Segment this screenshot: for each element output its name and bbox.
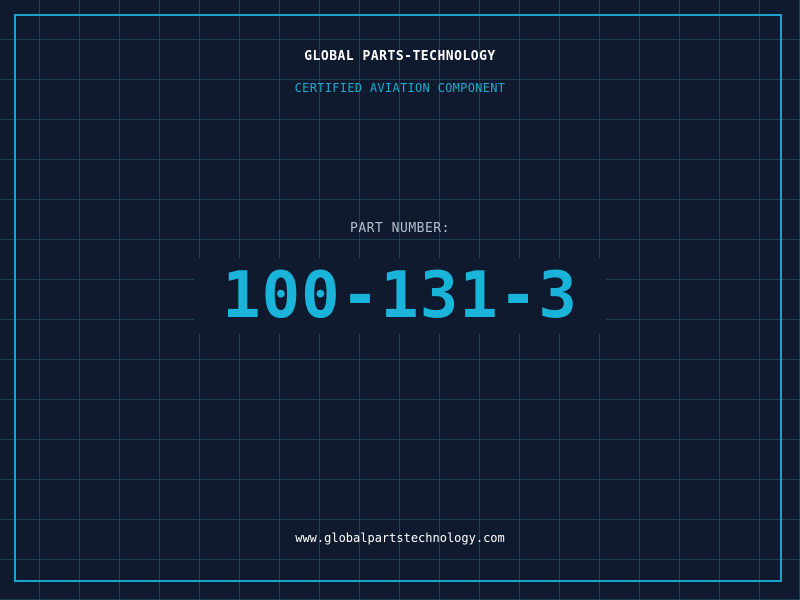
part-number-value: 100-131-3: [222, 259, 578, 333]
website-url: www.globalpartstechnology.com: [295, 531, 505, 545]
part-number-label: PART NUMBER:: [350, 221, 450, 236]
company-name: GLOBAL PARTS-TECHNOLOGY: [304, 49, 496, 64]
part-number-panel: 100-131-3: [194, 258, 606, 334]
certification-tagline: CERTIFIED AVIATION COMPONENT: [294, 81, 506, 95]
part-label-card: GLOBAL PARTS-TECHNOLOGY CERTIFIED AVIATI…: [0, 0, 800, 600]
